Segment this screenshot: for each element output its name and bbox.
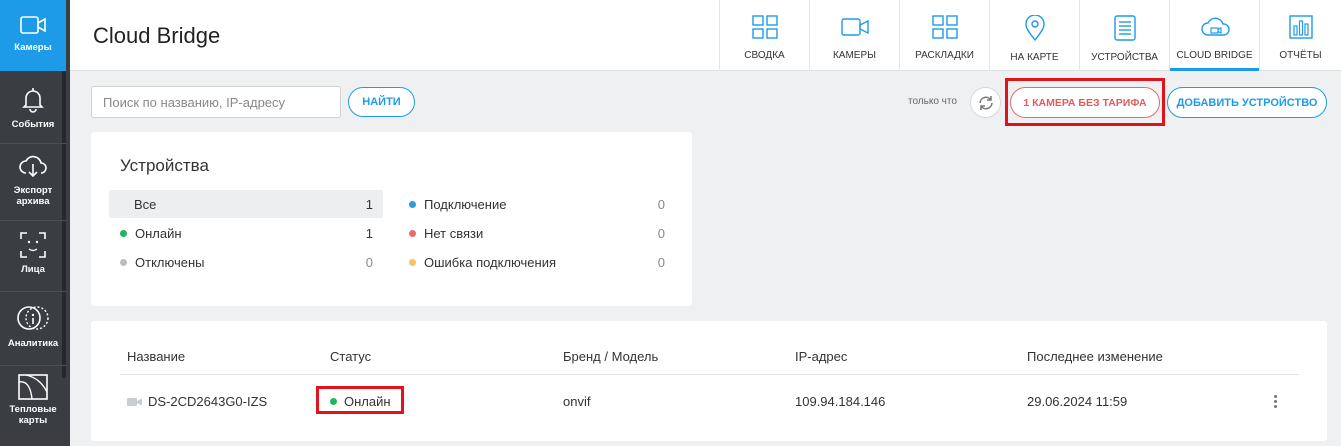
column-header-ip[interactable]: IP-адрес bbox=[795, 349, 847, 364]
heatmap-icon bbox=[18, 374, 48, 400]
highlight-box-tariff bbox=[1005, 78, 1165, 126]
nav-tab-map[interactable]: НА КАРТЕ bbox=[989, 0, 1079, 71]
page-title: Cloud Bridge bbox=[93, 23, 221, 48]
face-scan-icon bbox=[20, 232, 46, 258]
table-header-divider bbox=[120, 374, 1299, 375]
device-name: DS-2CD2643G0-IZS bbox=[148, 394, 268, 409]
refresh-icon bbox=[978, 95, 993, 110]
devices-summary-card: Устройства Все 1 Онлайн 1 Отключены 0 По… bbox=[91, 132, 692, 306]
device-name-cell[interactable]: DS-2CD2643G0-IZS bbox=[127, 394, 267, 409]
filter-connecting[interactable]: Подключение 0 bbox=[409, 190, 665, 218]
sidebar-item-analytics[interactable]: Аналитика bbox=[0, 292, 66, 365]
layout-icon bbox=[931, 15, 958, 39]
column-header-brand[interactable]: Бренд / Модель bbox=[563, 349, 658, 364]
last-updated-text: только что bbox=[908, 96, 957, 107]
more-options-icon[interactable] bbox=[1269, 391, 1281, 411]
nav-tab-cameras[interactable]: КАМЕРЫ bbox=[809, 0, 899, 71]
sidebar-item-label: События bbox=[11, 119, 55, 130]
sidebar-item-label: Лица bbox=[21, 264, 45, 275]
status-dot-disconnected bbox=[120, 258, 127, 266]
filter-count: 0 bbox=[657, 196, 665, 212]
filter-label: Подключение bbox=[424, 196, 507, 212]
filter-all[interactable]: Все 1 bbox=[109, 190, 383, 218]
camera-icon bbox=[127, 397, 142, 406]
filter-label: Нет связи bbox=[424, 225, 484, 241]
device-ip: 109.94.184.146 bbox=[795, 394, 886, 409]
map-pin-icon bbox=[1024, 15, 1045, 41]
status-dot-connection-error bbox=[409, 258, 416, 266]
sidebar-item-label: Экспорт архива bbox=[13, 185, 53, 207]
add-device-button[interactable]: ДОБАВИТЬ УСТРОЙСТВО bbox=[1167, 87, 1327, 118]
nav-tab-summary[interactable]: СВОДКА bbox=[719, 0, 809, 71]
filter-count: 0 bbox=[365, 254, 373, 270]
devices-table: Название Статус Бренд / Модель IP-адрес … bbox=[91, 321, 1327, 441]
nav-tab-label: НА КАРТЕ bbox=[1010, 52, 1059, 63]
sidebar-item-export[interactable]: Экспорт архива bbox=[0, 144, 66, 219]
devices-card-title: Устройства bbox=[120, 156, 209, 175]
filter-connection-error[interactable]: Ошибка подключения 0 bbox=[409, 248, 665, 276]
nav-tab-label: РАСКЛАДКИ bbox=[915, 50, 974, 61]
device-last-change: 29.06.2024 11:59 bbox=[1027, 394, 1128, 409]
column-header-last-change[interactable]: Последнее изменение bbox=[1027, 349, 1163, 364]
bar-chart-icon bbox=[1288, 15, 1313, 39]
top-nav: СВОДКА КАМЕРЫ РАСКЛАДКИ НА КАРТЕ УСТРОЙС… bbox=[719, 0, 1341, 71]
filter-count: 1 bbox=[365, 196, 373, 212]
nav-tab-label: УСТРОЙСТВА bbox=[1091, 52, 1158, 63]
status-dot-online bbox=[120, 229, 127, 237]
status-dot-connecting bbox=[409, 200, 416, 208]
analytics-icon bbox=[17, 306, 49, 330]
column-header-name[interactable]: Название bbox=[127, 349, 185, 364]
filter-count: 0 bbox=[657, 254, 665, 270]
nav-tab-label: CLOUD BRIDGE bbox=[1176, 50, 1253, 61]
bell-icon bbox=[22, 88, 44, 113]
cloud-camera-icon bbox=[1200, 17, 1230, 36]
camera-icon bbox=[20, 16, 46, 34]
nav-tab-label: КАМЕРЫ bbox=[832, 50, 877, 61]
sidebar-item-events[interactable]: События bbox=[0, 71, 66, 142]
filter-count: 1 bbox=[365, 225, 373, 241]
nav-tab-label: ОТЧЁТЫ bbox=[1279, 50, 1322, 61]
filter-label: Отключены bbox=[135, 254, 205, 270]
find-button[interactable]: НАЙТИ bbox=[348, 87, 415, 117]
filter-label: Все bbox=[134, 196, 157, 212]
sidebar-item-label: Аналитика bbox=[7, 338, 59, 349]
filter-label: Онлайн bbox=[135, 225, 182, 241]
nav-tab-devices[interactable]: УСТРОЙСТВА bbox=[1079, 0, 1169, 71]
filter-online[interactable]: Онлайн 1 bbox=[109, 219, 383, 247]
refresh-button[interactable] bbox=[970, 87, 1001, 118]
filter-no-connection[interactable]: Нет связи 0 bbox=[409, 219, 665, 247]
sidebar-item-label: Камеры bbox=[14, 42, 52, 53]
grid-icon bbox=[751, 15, 778, 39]
device-list-icon bbox=[1113, 15, 1136, 41]
nav-tab-label: СВОДКА bbox=[744, 50, 785, 61]
sidebar: Камеры События Экспорт архива Лица Анали… bbox=[0, 0, 70, 446]
column-header-status[interactable]: Статус bbox=[330, 349, 371, 364]
filter-disconnected[interactable]: Отключены 0 bbox=[109, 248, 383, 276]
top-header: Cloud Bridge СВОДКА КАМЕРЫ РАСКЛАДКИ НА … bbox=[70, 0, 1341, 71]
nav-tab-reports[interactable]: ОТЧЁТЫ bbox=[1259, 0, 1341, 71]
filter-count: 0 bbox=[657, 225, 665, 241]
nav-tab-cloud-bridge[interactable]: CLOUD BRIDGE bbox=[1169, 0, 1259, 71]
device-brand: onvif bbox=[563, 394, 591, 409]
filter-label: Ошибка подключения bbox=[424, 254, 556, 270]
sidebar-item-cameras[interactable]: Камеры bbox=[0, 0, 66, 71]
highlight-box-status bbox=[316, 386, 404, 414]
nav-tab-layouts[interactable]: РАСКЛАДКИ bbox=[899, 0, 989, 71]
cloud-download-icon bbox=[19, 155, 47, 178]
status-dot-no-connection bbox=[409, 229, 416, 237]
sidebar-item-faces[interactable]: Лица bbox=[0, 221, 66, 291]
search-input[interactable] bbox=[91, 86, 341, 118]
camera-icon bbox=[840, 18, 869, 36]
sidebar-item-heatmaps[interactable]: Тепловые карты bbox=[0, 366, 66, 446]
sidebar-item-label: Тепловые карты bbox=[9, 404, 57, 426]
